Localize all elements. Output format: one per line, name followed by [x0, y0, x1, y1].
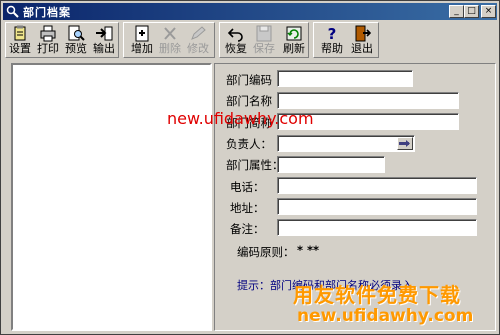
restore-button[interactable]: 恢复 [224, 24, 248, 58]
address-input[interactable] [277, 198, 477, 215]
clipboard-icon [14, 25, 26, 41]
preview-button[interactable]: 预览 [64, 24, 88, 58]
close-button[interactable]: × [481, 5, 496, 18]
watermark-url-top: new.ufidawhy.com [167, 109, 314, 128]
name-label: 部门名称 [226, 94, 272, 108]
toolbar: 设置 打印 预览 输出 增加 删除 修改 恢复 保存 刷新 ? 帮助 退出 [3, 22, 497, 58]
save-button[interactable]: 保存 [252, 24, 276, 58]
help-question-icon: ? [328, 25, 337, 42]
exit-button[interactable]: 退出 [350, 24, 374, 58]
toolbar-group-help: ? 帮助 退出 [313, 22, 379, 58]
delete-x-icon [164, 27, 176, 40]
manager-label: 负责人： [226, 137, 272, 151]
toolbar-group-edit: 增加 删除 修改 [123, 22, 215, 58]
refresh-icon [286, 26, 302, 41]
toolbar-group-output: 设置 打印 预览 输出 [5, 22, 119, 58]
code-label: 部门编码 [226, 73, 272, 87]
coding-rule-label: 编码原则： [237, 245, 295, 259]
minimize-button[interactable]: _ [449, 5, 464, 18]
lookup-icon [399, 140, 410, 147]
window-title: 部门档案 [23, 6, 71, 19]
add-button[interactable]: 增加 [130, 24, 154, 58]
remark-input[interactable] [277, 219, 477, 236]
watermark-brand: 用友软件免费下载 [293, 283, 461, 307]
watermark-url-bottom: new.ufidawhy.com [297, 306, 474, 326]
exit-door-icon [355, 25, 371, 42]
app-icon [6, 5, 19, 18]
department-attribute-input[interactable] [277, 156, 385, 173]
manager-input[interactable] [277, 135, 415, 152]
title-bar[interactable]: 部门档案 _ □ × [3, 3, 497, 20]
print-button[interactable]: 打印 [36, 24, 60, 58]
export-button[interactable]: 输出 [92, 24, 116, 58]
help-button[interactable]: ? 帮助 [320, 24, 344, 58]
printer-icon [40, 25, 56, 42]
refresh-button[interactable]: 刷新 [282, 24, 306, 58]
manager-lookup-button[interactable] [397, 137, 413, 150]
add-document-icon [135, 25, 149, 42]
setup-button[interactable]: 设置 [8, 24, 32, 58]
department-name-input[interactable] [277, 92, 459, 109]
maximize-button[interactable]: □ [464, 5, 479, 18]
remark-label: 备注： [230, 222, 265, 236]
undo-icon [227, 28, 243, 42]
pencil-icon [191, 26, 206, 40]
department-code-input[interactable] [277, 70, 413, 87]
modify-button[interactable]: 修改 [186, 24, 210, 58]
preview-icon [68, 25, 85, 41]
department-tree-list[interactable] [11, 63, 212, 331]
attribute-label: 部门属性： [226, 158, 284, 172]
telephone-label: 电话： [230, 180, 265, 194]
toolbar-group-save: 恢复 保存 刷新 [219, 22, 309, 58]
export-icon [96, 26, 113, 41]
telephone-input[interactable] [277, 177, 477, 194]
department-archive-window: 部门档案 _ □ × 设置 打印 预览 输出 增加 删除 修改 恢复 保存 刷新… [0, 0, 500, 335]
coding-rule-value: * ** [297, 243, 320, 257]
floppy-icon [256, 25, 272, 42]
address-label: 地址： [230, 201, 265, 215]
delete-button[interactable]: 删除 [158, 24, 182, 58]
svg-text:?: ? [328, 25, 337, 42]
